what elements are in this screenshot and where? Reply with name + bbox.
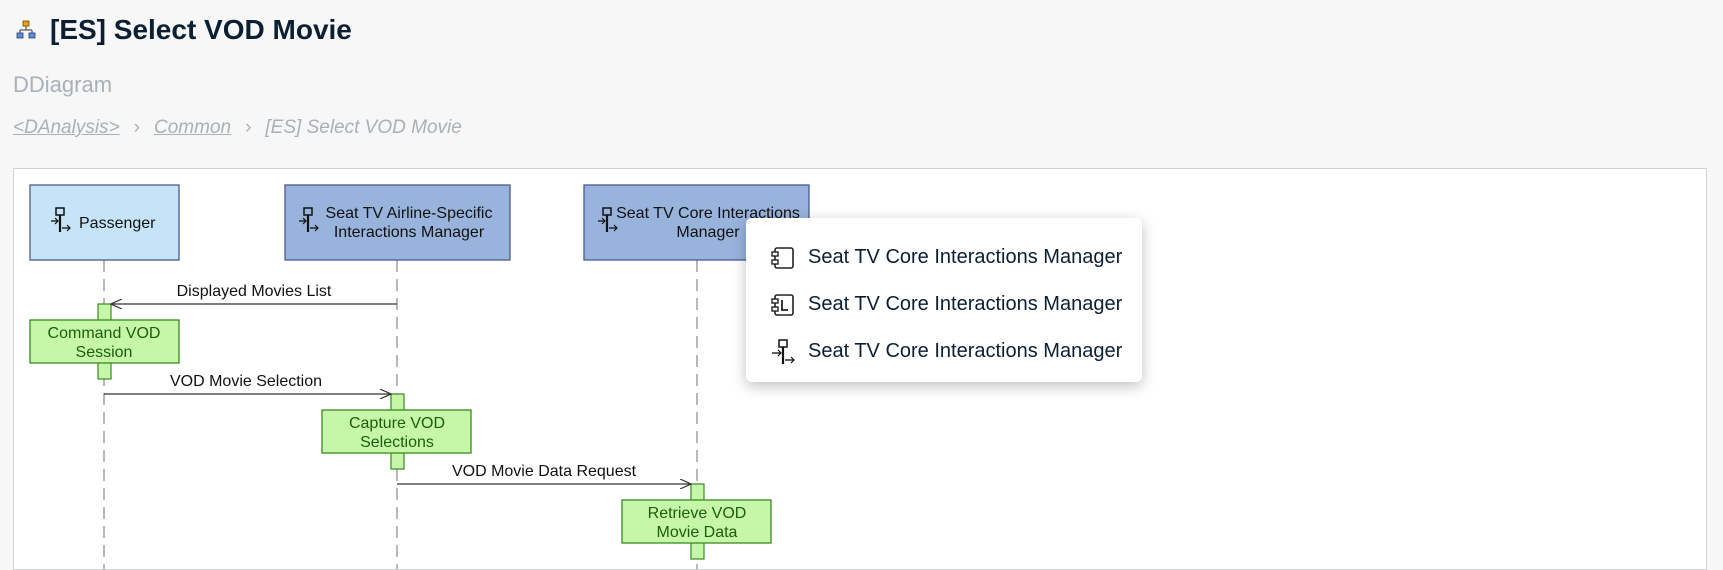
function-label: Command VOD xyxy=(48,325,161,342)
actor-lifeline-icon xyxy=(770,338,796,365)
function-capture-vod-selections[interactable]: Capture VOD Selections xyxy=(321,409,472,454)
function-label: Selections xyxy=(360,434,434,451)
popup-item-component[interactable]: Seat TV Core Interactions Manager xyxy=(746,234,1142,281)
message-label: Displayed Movies List xyxy=(177,283,332,300)
function-retrieve-vod-movie-data[interactable]: Retrieve VOD Movie Data xyxy=(621,499,772,544)
logical-component-icon xyxy=(770,292,796,318)
breadcrumb-separator: › xyxy=(133,117,140,138)
lifeline-box-airline-manager[interactable]: Seat TV Airline-Specific Interactions Ma… xyxy=(284,184,511,261)
breadcrumb-item-common[interactable]: Common xyxy=(154,117,231,139)
message-label: VOD Movie Selection xyxy=(170,373,322,390)
function-label: Movie Data xyxy=(657,524,738,541)
function-label: Capture VOD xyxy=(349,415,445,432)
breadcrumb-item-current: [ES] Select VOD Movie xyxy=(265,117,462,138)
page-header: [ES] Select VOD Movie xyxy=(16,14,1707,46)
message-vod-movie-data-request[interactable]: VOD Movie Data Request xyxy=(397,463,691,484)
popup-item-label: Seat TV Core Interactions Manager xyxy=(808,246,1123,268)
lifeline-label: Seat TV Airline-Specific xyxy=(326,205,493,222)
function-command-vod-session[interactable]: Command VOD Session xyxy=(29,319,180,364)
popup-item-label: Seat TV Core Interactions Manager xyxy=(808,293,1123,315)
element-popup-menu: Seat TV Core Interactions Manager Seat T… xyxy=(746,218,1142,382)
message-displayed-movies-list[interactable]: Displayed Movies List xyxy=(111,283,397,304)
page-subtitle: DDiagram xyxy=(13,72,113,97)
breadcrumb: <DAnalysis> › Common › [ES] Select VOD M… xyxy=(13,117,462,139)
lifeline-label: Interactions Manager xyxy=(334,224,485,241)
lifeline-box-airline-manager-rect xyxy=(284,184,511,261)
breadcrumb-item-danalysis[interactable]: <DAnalysis> xyxy=(13,117,120,139)
lifeline-label: Manager xyxy=(676,224,740,241)
function-label: Retrieve VOD xyxy=(648,505,747,522)
lifeline-box-passenger[interactable]: Passenger xyxy=(29,184,180,261)
message-label: VOD Movie Data Request xyxy=(452,463,637,480)
lifeline-label: Passenger xyxy=(79,215,156,232)
popup-item-logical-component[interactable]: Seat TV Core Interactions Manager xyxy=(746,281,1142,328)
diagram-icon xyxy=(16,20,36,40)
popup-item-actor-lifeline[interactable]: Seat TV Core Interactions Manager xyxy=(746,328,1142,375)
message-vod-movie-selection[interactable]: VOD Movie Selection xyxy=(104,373,391,394)
function-label: Session xyxy=(76,344,133,361)
page-title: [ES] Select VOD Movie xyxy=(50,14,352,45)
component-icon xyxy=(770,245,796,271)
popup-item-label: Seat TV Core Interactions Manager xyxy=(808,340,1123,362)
breadcrumb-separator: › xyxy=(245,117,252,138)
